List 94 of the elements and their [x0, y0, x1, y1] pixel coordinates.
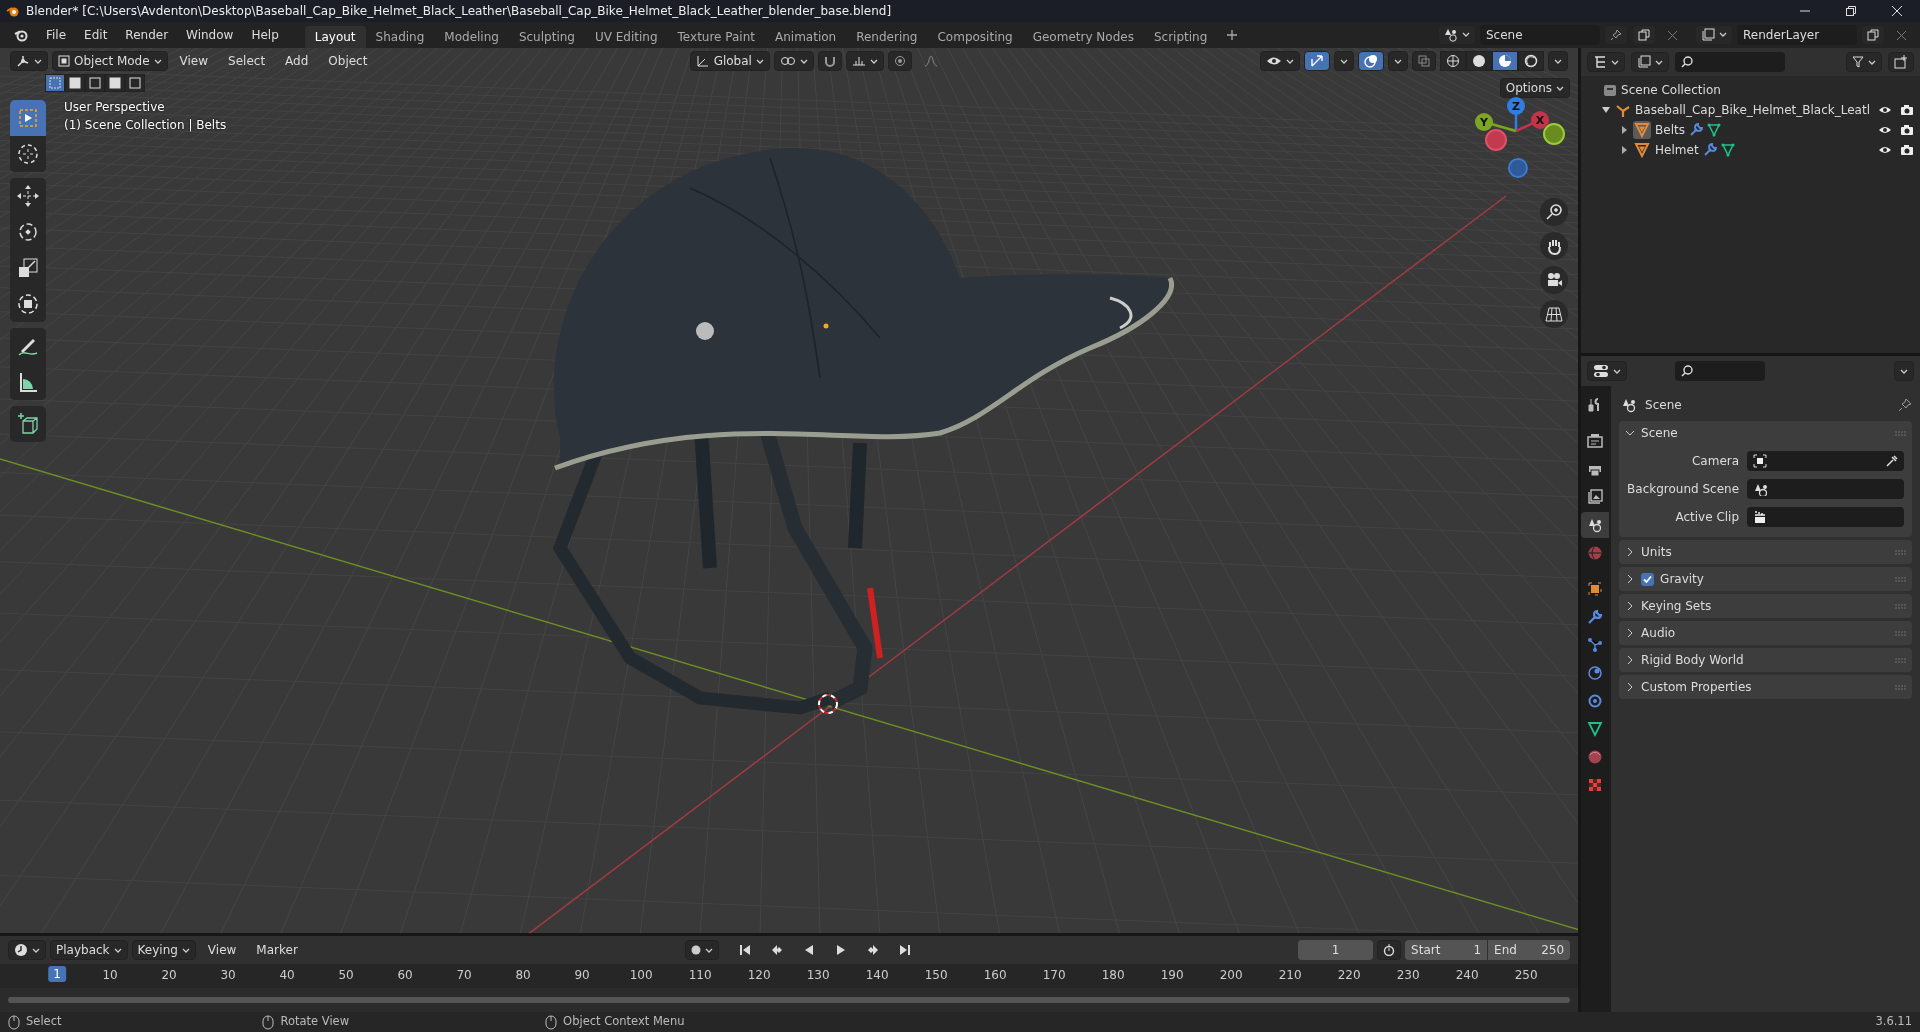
panel-title: Rigid Body World: [1641, 652, 1744, 668]
frame-number: 100: [629, 968, 653, 983]
scene-name: Scene: [1486, 27, 1523, 43]
frame-number: 150: [924, 968, 948, 983]
menu-item[interactable]: Select: [220, 50, 274, 72]
menu-item[interactable]: View: [199, 939, 245, 961]
workspace-tab[interactable]: Compositing: [927, 26, 1023, 48]
menu-item[interactable]: Edit: [76, 24, 116, 46]
workspace-tab[interactable]: Rendering: [846, 26, 928, 48]
mode-dropdown[interactable]: Object Mode: [52, 51, 168, 71]
menu-item[interactable]: Marker: [248, 939, 306, 961]
frame-number: 110: [688, 968, 712, 983]
start-value: 1: [1473, 942, 1482, 958]
frame-number: 240: [1455, 968, 1479, 983]
status-hint: Object Context Menu: [563, 1015, 685, 1029]
end-label: End: [1494, 942, 1517, 958]
frame-number: 20: [161, 968, 177, 983]
workspace-tab[interactable]: Sculpting: [508, 26, 585, 48]
view-layer-field[interactable]: RenderLayer: [1737, 25, 1857, 45]
workspace-tab[interactable]: Layout: [304, 26, 366, 48]
current-frame-field[interactable]: 1: [1298, 940, 1374, 960]
frame-number: 70: [456, 968, 472, 983]
menu-item[interactable]: Add: [277, 50, 317, 72]
panel-title: Audio: [1641, 625, 1676, 641]
version-text: 3.6.11: [1875, 1015, 1912, 1029]
workspace-tab[interactable]: Geometry Nodes: [1022, 26, 1144, 48]
frame-number: 170: [1042, 968, 1066, 983]
panel-header[interactable]: Scene: [1619, 421, 1912, 445]
outliner-item-label[interactable]: Helmet: [1655, 142, 1699, 158]
frame-number: 200: [1219, 968, 1243, 983]
workspace-tab[interactable]: Modeling: [434, 26, 509, 48]
panel-title: Custom Properties: [1641, 679, 1752, 695]
frame-number: 190: [1160, 968, 1184, 983]
viewport-info-text: User Perspective: [64, 100, 166, 115]
workspace-tab[interactable]: Texture Paint: [667, 26, 765, 48]
outliner-item-label[interactable]: Baseball_Cap_Bike_Helmet_Black_Leatl: [1635, 102, 1870, 118]
menu-item[interactable]: File: [38, 24, 75, 46]
frame-number: 30: [220, 968, 236, 983]
status-hint: Rotate View: [280, 1015, 350, 1029]
panel-header[interactable]: Gravity: [1619, 567, 1912, 591]
options-dropdown[interactable]: Options: [1499, 78, 1571, 98]
status-hint: Select: [26, 1015, 62, 1029]
workspace-tab[interactable]: Scripting: [1143, 26, 1218, 48]
context-title: Scene: [1645, 397, 1682, 413]
field-label: Background Scene: [1626, 481, 1740, 497]
frame-number: 10: [102, 968, 118, 983]
outliner-item-label: Scene Collection: [1621, 82, 1721, 98]
start-label: Start: [1411, 942, 1441, 958]
panel-header[interactable]: Units: [1619, 540, 1912, 564]
panel-title: Keying Sets: [1641, 598, 1712, 614]
viewport-info-text: (1) Scene Collection | Belts: [64, 118, 227, 133]
frame-number: 60: [397, 968, 413, 983]
window-title: Blender* [C:\Users\Avdenton\Desktop\Baseball_Cap_Bike_Helmet_Black_Leather\Baseball_Cap_Bike_Helmet_Black_Leather_blender_base.blend]: [26, 3, 892, 19]
menu-item[interactable]: Keying: [131, 940, 196, 960]
frame-number: 160: [983, 968, 1007, 983]
frame-number: 80: [515, 968, 531, 983]
workspace-tab[interactable]: Animation: [765, 26, 847, 48]
panel-title: Scene: [1641, 425, 1678, 441]
frame-number: 50: [338, 968, 354, 983]
workspace-tab[interactable]: UV Editing: [584, 26, 668, 48]
end-value: 250: [1541, 942, 1565, 958]
panel-header[interactable]: Custom Properties: [1619, 675, 1912, 699]
frame-number: 230: [1396, 968, 1420, 983]
end-frame-field[interactable]: End 250: [1488, 940, 1571, 960]
frame-number: 210: [1278, 968, 1302, 983]
frame-number: 120: [747, 968, 771, 983]
panel-title: Units: [1641, 544, 1672, 560]
frame-number: 180: [1101, 968, 1125, 983]
scene-field[interactable]: Scene: [1480, 25, 1600, 45]
frame-number: 220: [1337, 968, 1361, 983]
frame-number: 90: [574, 968, 590, 983]
workspace-tab[interactable]: Shading: [365, 26, 435, 48]
frame-number: 140: [865, 968, 889, 983]
orientation-dropdown[interactable]: Global: [689, 51, 770, 71]
playhead[interactable]: 1: [48, 966, 66, 983]
view-layer-name: RenderLayer: [1743, 27, 1820, 43]
menu-item[interactable]: Object: [320, 50, 376, 72]
menu-item[interactable]: Render: [117, 24, 177, 46]
start-frame-field[interactable]: Start 1: [1405, 940, 1488, 960]
panel-title: Gravity: [1660, 571, 1704, 587]
menu-item[interactable]: View: [171, 50, 217, 72]
field-label: Active Clip: [1674, 509, 1740, 525]
panel-header[interactable]: Audio: [1619, 621, 1912, 645]
panel-header[interactable]: Keying Sets: [1619, 594, 1912, 618]
frame-number: 130: [806, 968, 830, 983]
frame-number: 250: [1514, 968, 1538, 983]
menu-item[interactable]: Window: [178, 24, 242, 46]
navigation-gizmo[interactable]: Z Y X: [1475, 97, 1566, 178]
outliner-item-label[interactable]: Belts: [1655, 122, 1685, 138]
frame-number: 40: [279, 968, 295, 983]
menu-item[interactable]: Help: [243, 24, 287, 46]
panel-header[interactable]: Rigid Body World: [1619, 648, 1912, 672]
field-label: Camera: [1691, 453, 1740, 469]
menu-item[interactable]: Playback: [50, 940, 128, 960]
